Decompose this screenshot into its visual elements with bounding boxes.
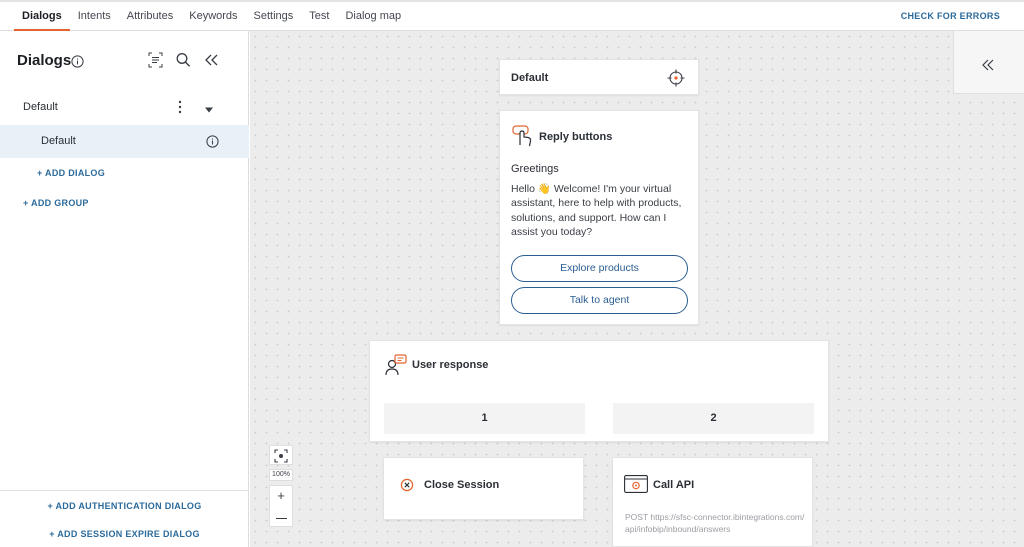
card-title: Close Session [424,479,500,491]
dialog-group-row[interactable]: Default [0,91,249,124]
close-circle-icon [400,478,414,495]
check-for-errors-button[interactable]: CHECK FOR ERRORS [901,2,1000,31]
tab-settings[interactable]: Settings [246,2,302,31]
card-title: Default [511,72,549,84]
list-view-icon[interactable] [148,52,163,71]
info-icon[interactable] [71,55,84,71]
user-response-card[interactable]: User response 1 2 [369,340,829,442]
tab-dialog-map[interactable]: Dialog map [337,2,409,31]
group-name: Default [23,101,58,113]
card-subtitle: Greetings [511,163,559,175]
card-title: Reply buttons [539,131,613,143]
chevron-down-icon[interactable] [204,104,214,116]
reply-button-talk-to-agent[interactable]: Talk to agent [511,287,688,314]
default-start-card[interactable]: Default [499,59,699,95]
reply-button-explore-products[interactable]: Explore products [511,255,688,282]
card-title: Call API [653,479,695,491]
tab-test[interactable]: Test [301,2,337,31]
tap-hand-icon [512,125,534,150]
zoom-in-button[interactable]: + [269,485,293,527]
response-option-1[interactable]: 1 [384,403,585,434]
top-navigation: Dialogs Intents Attributes Keywords Sett… [0,0,1024,31]
expand-panel-icon[interactable] [981,58,995,75]
fit-to-screen-button[interactable] [269,445,293,465]
call-api-card[interactable]: Call API POST https://sfsc-connector.ibi… [612,457,813,547]
user-response-icon [385,354,407,379]
add-dialog-button[interactable]: + ADD DIALOG [37,168,105,178]
target-icon[interactable] [667,69,685,90]
info-icon[interactable] [206,135,219,151]
tab-dialogs[interactable]: Dialogs [14,2,70,31]
close-session-card[interactable]: Close Session [383,457,584,520]
search-icon[interactable] [176,52,191,71]
add-session-expire-dialog-button[interactable]: + ADD SESSION EXPIRE DIALOG [0,529,249,539]
add-group-button[interactable]: + ADD GROUP [23,198,89,208]
api-endpoint-url: POST https://sfsc-connector.ibintegratio… [625,512,805,534]
collapse-sidebar-icon[interactable] [204,52,219,71]
message-text: Hello 👋 Welcome! I'm your virtual assist… [511,183,682,238]
add-authentication-dialog-button[interactable]: + ADD AUTHENTICATION DIALOG [0,501,249,511]
dialog-canvas[interactable]: Default Reply buttons Greetings Hello 👋 … [250,31,1024,547]
more-options-icon[interactable] [175,100,185,117]
tab-intents[interactable]: Intents [70,2,119,31]
reply-buttons-card[interactable]: Reply buttons Greetings Hello 👋 Welcome!… [499,110,699,325]
tab-keywords[interactable]: Keywords [181,2,245,31]
tab-bar: Dialogs Intents Attributes Keywords Sett… [14,2,409,31]
api-gear-icon [624,475,648,496]
zoom-out-button[interactable] [276,518,287,519]
zoom-level: 100% [269,469,293,481]
dialog-name: Default [41,135,76,147]
response-option-2[interactable]: 2 [613,403,814,434]
card-title: User response [412,359,489,371]
sidebar-title: Dialogs [17,52,72,69]
dialog-item-default[interactable]: Default [0,125,249,158]
plus-icon[interactable]: + [270,486,292,506]
side-panel-toggle[interactable] [953,31,1024,94]
fit-screen-icon [274,449,288,463]
tab-attributes[interactable]: Attributes [119,2,181,31]
dialogs-sidebar: Dialogs Default Default + ADD DIALOG + A… [0,31,249,547]
sidebar-footer: + ADD AUTHENTICATION DIALOG + ADD SESSIO… [0,490,249,547]
